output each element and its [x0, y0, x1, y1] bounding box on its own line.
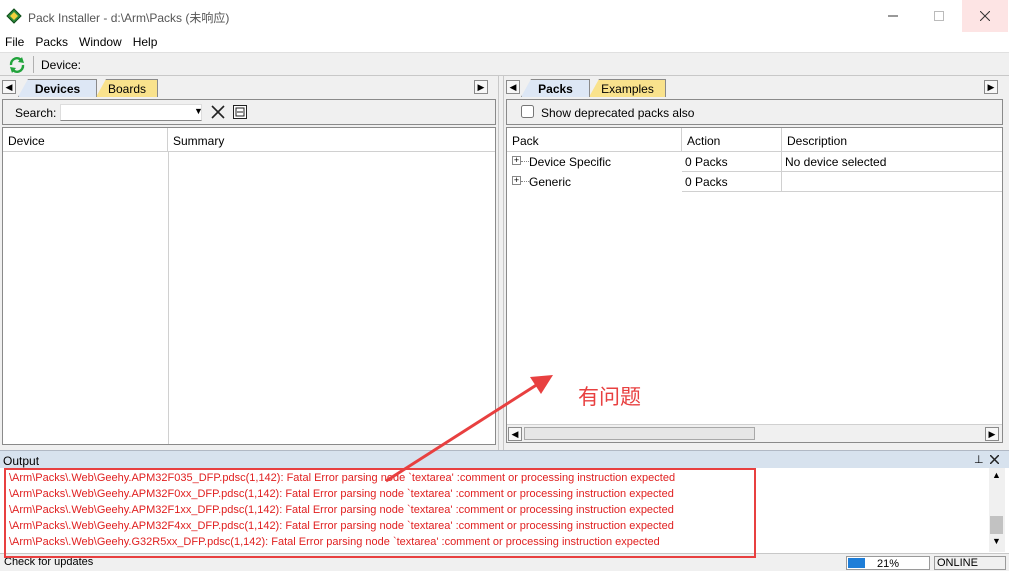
annotation-arrow-icon: [385, 375, 553, 483]
annotation-label: 有问题: [578, 385, 641, 409]
